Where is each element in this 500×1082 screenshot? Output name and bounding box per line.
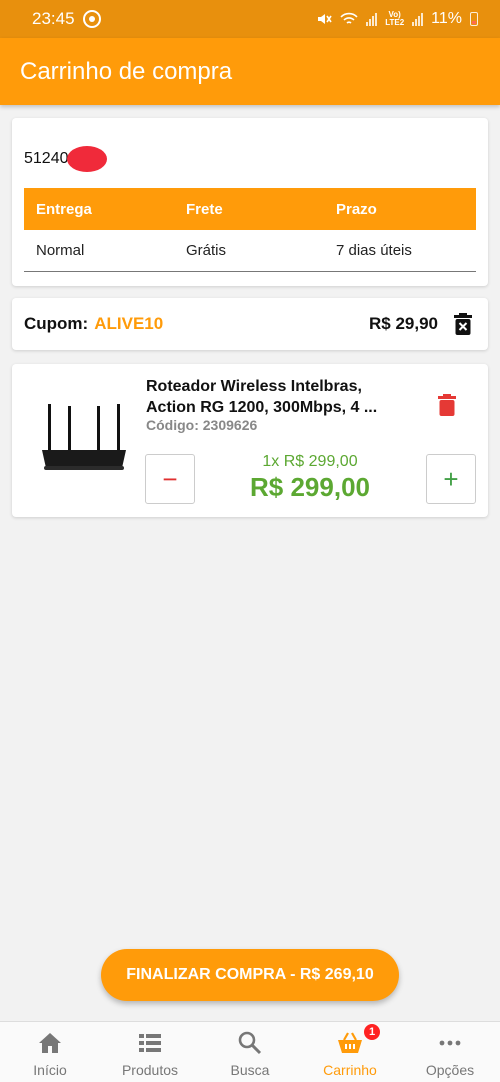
nav-item-busca[interactable]: Busca <box>200 1022 300 1082</box>
signal-icon-2 <box>412 12 424 26</box>
signal-icon <box>366 12 378 26</box>
nav-item-produtos[interactable]: Produtos <box>100 1022 200 1082</box>
nav-item-carrinho[interactable]: 1 Carrinho <box>300 1022 400 1082</box>
nav-label: Carrinho <box>323 1062 377 1078</box>
nav-label: Busca <box>230 1062 270 1078</box>
cell-entrega: Normal <box>36 242 85 259</box>
delete-item-icon[interactable] <box>436 393 458 417</box>
mute-icon <box>318 14 332 24</box>
coupon-label: Cupom: <box>24 314 89 333</box>
page-title: Carrinho de compra <box>20 57 233 85</box>
battery-icon <box>470 12 478 26</box>
product-name[interactable]: Roteador Wireless Intelbras, Action RG 1… <box>146 376 396 418</box>
shipping-option-row[interactable]: Normal Grátis 7 dias úteis <box>24 230 476 272</box>
shipping-header: Entrega Frete Prazo <box>24 188 476 230</box>
wifi-icon <box>340 12 358 24</box>
basket-icon <box>338 1032 362 1053</box>
nav-label: Produtos <box>121 1062 179 1078</box>
app-bar: Carrinho de compra <box>0 38 500 105</box>
header-entrega: Entrega <box>36 200 92 218</box>
nav-item-opcoes[interactable]: Opções <box>400 1022 500 1082</box>
battery-percent: 11% <box>431 10 462 27</box>
status-time: 23:45 <box>32 9 75 28</box>
cart-count-badge: 1 <box>362 1022 382 1042</box>
increase-quantity-button[interactable]: + <box>426 454 476 504</box>
nav-label: Início <box>33 1062 67 1078</box>
redaction-mark <box>67 146 107 172</box>
nav-item-inicio[interactable]: Início <box>0 1022 100 1082</box>
more-icon <box>439 1040 461 1046</box>
header-prazo: Prazo <box>336 200 377 218</box>
checkout-button[interactable]: FINALIZAR COMPRA - R$ 269,10 <box>101 949 399 1001</box>
bottom-nav: Início Produtos Busca 1 Carrinho Opções <box>0 1021 500 1082</box>
header-frete: Frete <box>186 200 223 218</box>
coupon-value: R$ 29,90 <box>369 314 438 333</box>
status-bar: 23:45 Vo) LTE2 11% <box>0 0 500 38</box>
search-icon <box>238 1031 262 1055</box>
cart-item: Roteador Wireless Intelbras, Action RG 1… <box>12 364 488 517</box>
product-code: Código: 2309626 <box>146 417 258 433</box>
item-total-price: R$ 299,00 <box>250 472 370 502</box>
product-image[interactable] <box>34 404 134 476</box>
delivery-card: 51240 Entrega Frete Prazo Normal Grátis … <box>12 118 488 286</box>
decrease-quantity-button[interactable]: − <box>145 454 195 504</box>
whatsapp-icon <box>82 10 101 28</box>
lte-icon: Vo) LTE2 <box>385 10 405 27</box>
status-icons: Vo) LTE2 11% <box>316 10 478 28</box>
cell-prazo: 7 dias úteis <box>336 242 412 259</box>
coupon-code: ALIVE10 <box>94 314 164 333</box>
coupon-card: Cupom: ALIVE10 R$ 29,90 <box>12 298 488 350</box>
home-icon <box>39 1033 61 1053</box>
unit-price: 1x R$ 299,00 <box>262 453 358 470</box>
remove-coupon-icon[interactable] <box>452 312 474 336</box>
list-icon <box>139 1034 161 1052</box>
nav-label: Opções <box>425 1062 475 1078</box>
cep-text: 51240 <box>24 150 69 167</box>
cell-frete: Grátis <box>186 242 227 259</box>
